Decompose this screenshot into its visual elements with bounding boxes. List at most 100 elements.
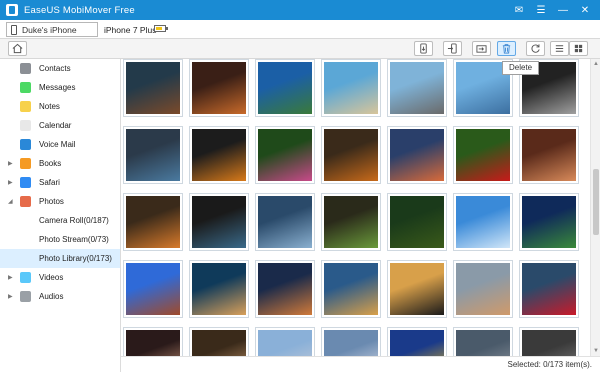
photo-thumbnail[interactable] [453, 126, 513, 184]
photo-image [456, 263, 510, 315]
photo-thumbnail[interactable] [255, 126, 315, 184]
videos-icon [20, 272, 31, 283]
photo-image [126, 330, 180, 356]
photo-thumbnail[interactable] [123, 126, 183, 184]
expand-arrow-icon[interactable]: ▶ [8, 179, 14, 186]
device-model: iPhone 7 Plus [104, 25, 157, 35]
device-selector[interactable]: Duke's iPhone [6, 22, 98, 37]
photo-thumbnail[interactable] [255, 59, 315, 117]
scroll-thumb[interactable] [593, 169, 599, 235]
delete-tooltip: Delete [502, 61, 540, 75]
photo-thumbnail[interactable] [321, 327, 381, 356]
photo-thumbnail[interactable] [189, 59, 249, 117]
photo-thumbnail[interactable] [453, 193, 513, 251]
photo-thumbnail[interactable] [519, 260, 579, 318]
home-icon [12, 43, 23, 54]
feedback-icon[interactable]: ✉ [508, 0, 530, 20]
photo-image [192, 330, 246, 356]
photo-thumbnail[interactable] [387, 59, 447, 117]
phone-icon [11, 24, 17, 35]
photo-thumbnail[interactable] [387, 260, 447, 318]
sidebar-item-notes[interactable]: Notes [0, 97, 120, 116]
calendar-icon [20, 120, 31, 131]
grid-view-button[interactable] [569, 41, 588, 56]
app-title: EaseUS MobiMover Free [24, 4, 135, 16]
photo-thumbnail[interactable] [123, 193, 183, 251]
photo-grid [121, 59, 589, 356]
photo-thumbnail[interactable] [321, 59, 381, 117]
photo-thumbnail[interactable] [189, 126, 249, 184]
photo-thumbnail[interactable] [453, 327, 513, 356]
photo-thumbnail[interactable] [189, 193, 249, 251]
sidebar-item-audios[interactable]: ▶ Audios [0, 287, 120, 306]
photo-thumbnail[interactable] [123, 260, 183, 318]
import-icon [476, 45, 487, 53]
photo-thumbnail[interactable] [453, 260, 513, 318]
photo-thumbnail[interactable] [387, 327, 447, 356]
minimize-icon[interactable]: — [552, 0, 574, 20]
sidebar-item-label: Notes [39, 102, 60, 111]
sidebar-item-photos[interactable]: ◢ Photos [0, 192, 120, 211]
photo-image [390, 129, 444, 181]
photo-thumbnail[interactable] [321, 260, 381, 318]
photo-image [324, 330, 378, 356]
photo-image [258, 196, 312, 248]
photo-thumbnail[interactable] [255, 327, 315, 356]
photo-thumbnail[interactable] [387, 126, 447, 184]
photo-image [126, 196, 180, 248]
photo-thumbnail[interactable] [321, 193, 381, 251]
close-icon[interactable]: ✕ [574, 0, 596, 20]
photo-image [192, 263, 246, 315]
expand-arrow-icon[interactable]: ▶ [8, 160, 14, 167]
sidebar-item-contacts[interactable]: Contacts [0, 59, 120, 78]
list-view-button[interactable] [550, 41, 569, 56]
photo-thumbnail[interactable] [519, 193, 579, 251]
home-button[interactable] [8, 41, 27, 56]
photo-image [324, 263, 378, 315]
transfer-to-computer-icon [420, 43, 427, 54]
sidebar-item-safari[interactable]: ▶ Safari [0, 173, 120, 192]
sidebar-item-label: Audios [39, 292, 64, 301]
photo-thumbnail[interactable] [189, 327, 249, 356]
transfer-to-device-icon [447, 43, 457, 54]
photo-image [258, 263, 312, 315]
expand-arrow-icon[interactable]: ◢ [8, 198, 14, 205]
photo-image [522, 263, 576, 315]
photo-image [324, 129, 378, 181]
list-view-icon [555, 45, 564, 52]
scroll-down-arrow-icon[interactable]: ▼ [592, 347, 600, 355]
transfer-to-computer-button[interactable] [414, 41, 433, 56]
photo-thumbnail[interactable] [123, 327, 183, 356]
photo-thumbnail[interactable] [255, 193, 315, 251]
menu-icon[interactable]: ☰ [530, 0, 552, 20]
grid-view-icon [574, 44, 583, 53]
vertical-scrollbar[interactable]: ▲ ▼ [590, 59, 600, 356]
scroll-up-arrow-icon[interactable]: ▲ [592, 60, 600, 68]
photo-image [192, 62, 246, 114]
sidebar-item-photo-stream[interactable]: Photo Stream(0/73) [0, 230, 120, 249]
photo-thumbnail[interactable] [387, 193, 447, 251]
expand-arrow-icon[interactable]: ▶ [8, 293, 14, 300]
photo-thumbnail[interactable] [321, 126, 381, 184]
photo-thumbnail[interactable] [123, 59, 183, 117]
photo-image [126, 263, 180, 315]
refresh-button[interactable] [526, 41, 545, 56]
sidebar-item-voice-mail[interactable]: Voice Mail [0, 135, 120, 154]
transfer-to-device-button[interactable] [443, 41, 462, 56]
sidebar-item-videos[interactable]: ▶ Videos [0, 268, 120, 287]
delete-button[interactable] [497, 41, 516, 56]
import-button[interactable] [472, 41, 491, 56]
sidebar-item-label: Safari [39, 178, 60, 187]
expand-arrow-icon[interactable]: ▶ [8, 274, 14, 281]
sidebar-item-books[interactable]: ▶ Books [0, 154, 120, 173]
audios-icon [20, 291, 31, 302]
photo-thumbnail[interactable] [519, 327, 579, 356]
photo-thumbnail[interactable] [189, 260, 249, 318]
photo-thumbnail[interactable] [255, 260, 315, 318]
photo-thumbnail[interactable] [519, 126, 579, 184]
books-icon [20, 158, 31, 169]
sidebar-item-messages[interactable]: Messages [0, 78, 120, 97]
sidebar-item-camera-roll[interactable]: Camera Roll(0/187) [0, 211, 120, 230]
sidebar-item-calendar[interactable]: Calendar [0, 116, 120, 135]
sidebar-item-photo-library[interactable]: Photo Library(0/173) [0, 249, 120, 268]
